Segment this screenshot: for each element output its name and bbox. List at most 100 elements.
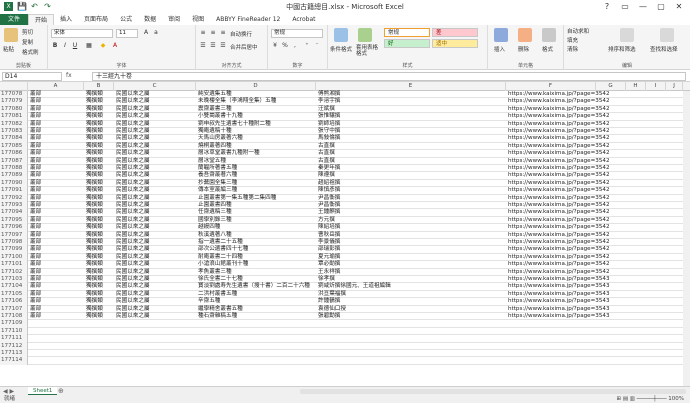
cell-a[interactable]: 叢部	[30, 209, 41, 216]
row-header[interactable]: 177101	[0, 261, 28, 269]
table-row[interactable]: 177081 叢部 獨撰類 民國以來之屬 小雙崗叢書十九種 張惟驤撰 https://www…	[0, 113, 690, 121]
cell-d[interactable]: 劉申叔先生遺書七十種附二種	[198, 121, 271, 128]
table-row[interactable]: 177099 叢部 獨撰類 民國以來之屬 邵次公遺書四十七種 邵瑞彭撰 https://ww…	[0, 246, 690, 254]
cell-d[interactable]: 未晚樓全集（李鴻翔全集）五種	[198, 98, 276, 105]
insert-cells-icon[interactable]	[494, 28, 508, 42]
table-row[interactable]: 177086 叢部 獨撰類 民國以來之屬 層冰草堂叢書九種附一種 古直撰 https://w…	[0, 150, 690, 158]
cell-c[interactable]: 民國以來之屬	[116, 121, 150, 128]
table-row[interactable]: 177082 叢部 獨撰類 民國以來之屬 劉申叔先生遺書七十種附二種 劉師培撰 https:…	[0, 120, 690, 128]
comma-icon[interactable]: ,	[291, 42, 299, 50]
table-row[interactable]: 177089 叢部 獨撰類 民國以來之屬 養吾齋叢著六種 陳遵撰 https://www.k…	[0, 172, 690, 180]
cell-f[interactable]: https://www.kaixima.jp/?page=3542	[508, 195, 610, 202]
row-header[interactable]: 177084	[0, 135, 28, 143]
table-row[interactable]: 177111	[0, 335, 690, 343]
row-header[interactable]: 177089	[0, 172, 28, 180]
cell-f[interactable]: https://www.kaixima.jp/?page=3542	[508, 128, 610, 135]
cell-b[interactable]: 獨撰類	[86, 313, 103, 320]
cell-b[interactable]: 獨撰類	[86, 98, 103, 105]
table-row[interactable]: 177078 叢部 獨撰類 民國以來之屬 純安遺集五種 傅熊湘撰 https://www.k…	[0, 91, 690, 99]
font-name-select[interactable]: 宋体	[51, 29, 113, 38]
cell-d[interactable]: 小滄浪山館叢刊十種	[198, 261, 248, 268]
cell-c[interactable]: 民國以來之屬	[116, 246, 150, 253]
tab-file[interactable]: 文件	[0, 14, 29, 25]
cell-d[interactable]: 層冰堂五種	[198, 158, 226, 165]
fill-button[interactable]: 填充	[567, 36, 578, 44]
tab-insert[interactable]: 插入	[54, 14, 78, 25]
cell-a[interactable]: 叢部	[30, 283, 41, 290]
cell-c[interactable]: 民國以來之屬	[116, 98, 150, 105]
cell-c[interactable]: 民國以來之屬	[116, 187, 150, 194]
cell-c[interactable]: 民國以來之屬	[116, 209, 150, 216]
cell-f[interactable]: https://www.kaixima.jp/?page=3542	[508, 224, 610, 231]
column-header-j[interactable]: J	[666, 82, 683, 91]
table-row[interactable]: 177092 叢部 獨撰類 民國以來之屬 止園叢書第一集五種第二集四種 尹昌衡撰 https…	[0, 194, 690, 202]
table-row[interactable]: 177096 叢部 獨撰類 民國以來之屬 越縵四種 陳紹培撰 https://www.kai…	[0, 224, 690, 232]
percent-icon[interactable]: %	[281, 42, 289, 50]
cell-b[interactable]: 獨撰類	[86, 187, 103, 194]
cell-f[interactable]: https://www.kaixima.jp/?page=3542	[508, 180, 610, 187]
shrink-font-icon[interactable]: a	[152, 29, 160, 37]
row-header[interactable]: 177090	[0, 179, 28, 188]
cell-e[interactable]: 邵瑞彭撰	[318, 246, 340, 253]
cell-e[interactable]: 馬敍倫撰	[318, 135, 340, 142]
cell-a[interactable]: 叢部	[30, 150, 41, 157]
cell-d[interactable]: 層冰草堂叢書九種附一種	[198, 150, 260, 157]
cell-b[interactable]: 獨撰類	[86, 158, 103, 165]
cell-c[interactable]: 民國以來之屬	[116, 313, 150, 320]
cell-e[interactable]: 古直撰	[318, 150, 335, 157]
column-header-a[interactable]: A	[28, 82, 84, 91]
cell-d[interactable]: 秋溪遺著八種	[198, 232, 232, 239]
cell-e[interactable]: 古直撰	[318, 158, 335, 165]
cell-d[interactable]: 小雙崗叢書十九種	[198, 113, 243, 120]
row-header[interactable]: 177110	[0, 327, 28, 336]
cell-f[interactable]: https://www.kaixima.jp/?page=3542	[508, 239, 610, 246]
cell-c[interactable]: 民國以來之屬	[116, 113, 150, 120]
cell-c[interactable]: 民國以來之屬	[116, 306, 150, 313]
increase-decimal-icon[interactable]: ⁺	[303, 42, 311, 50]
column-header-b[interactable]: B	[84, 82, 114, 91]
format-cells-button[interactable]: 格式	[542, 45, 553, 53]
table-row[interactable]: 177097 叢部 獨撰類 民國以來之屬 秋溪遺著八種 曹秋岳撰 https://www.k…	[0, 231, 690, 239]
row-header[interactable]: 177099	[0, 246, 28, 254]
row-header[interactable]: 177094	[0, 209, 28, 217]
cell-d[interactable]: 傳本室叢編三種	[198, 187, 237, 194]
table-row[interactable]: 177112	[0, 342, 690, 350]
autosum-button[interactable]: 自动求和	[567, 27, 589, 35]
cell-d[interactable]: 繼學精舍叢書五種	[198, 306, 243, 313]
delete-cells-button[interactable]: 删除	[518, 45, 529, 53]
cell-b[interactable]: 獨撰類	[86, 269, 103, 276]
paste-button[interactable]: 粘贴	[3, 45, 14, 53]
cell-f[interactable]: https://www.kaixima.jp/?page=3542	[508, 269, 610, 276]
cell-e[interactable]: 王永祥撰	[318, 269, 340, 276]
column-header-g[interactable]: G	[596, 82, 626, 91]
table-row[interactable]: 177113	[0, 350, 690, 358]
row-header[interactable]: 177092	[0, 194, 28, 202]
column-header-f[interactable]: F	[506, 82, 596, 91]
cell-f[interactable]: https://www.kaixima.jp/?page=3542	[508, 172, 610, 179]
tab-page-layout[interactable]: 页面布局	[78, 14, 114, 25]
cell-a[interactable]: 叢部	[30, 313, 41, 320]
cell-f[interactable]: https://www.kaixima.jp/?page=3543	[508, 298, 610, 305]
cell-a[interactable]: 叢部	[30, 298, 41, 305]
cell-a[interactable]: 叢部	[30, 158, 41, 165]
table-row[interactable]: 177114	[0, 357, 690, 365]
cell-d[interactable]: 辛齋五種	[198, 298, 220, 305]
formula-input[interactable]: 十三經九十卷	[92, 72, 686, 81]
tab-abbyy[interactable]: ABBYY FineReader 12	[210, 14, 286, 25]
row-header[interactable]: 177080	[0, 105, 28, 114]
cell-b[interactable]: 獨撰類	[86, 121, 103, 128]
row-header[interactable]: 177108	[0, 313, 28, 321]
cell-f[interactable]: https://www.kaixima.jp/?page=3542	[508, 232, 610, 239]
table-row[interactable]: 177080 叢部 獨撰類 民國以來之屬 震齋叢書三種 汪斌撰 https://www.ka…	[0, 105, 690, 114]
row-header[interactable]: 177079	[0, 98, 28, 106]
border-icon[interactable]: ▦	[85, 42, 93, 50]
cell-f[interactable]: https://www.kaixima.jp/?page=3542	[508, 261, 610, 268]
cell-a[interactable]: 叢部	[30, 246, 41, 253]
cell-f[interactable]: https://www.kaixima.jp/?page=3542	[508, 254, 610, 261]
table-row[interactable]: 177095 叢部 獨撰類 民國以來之屬 國學別錄三種 方元撰 https://www.ka…	[0, 216, 690, 225]
cell-c[interactable]: 民國以來之屬	[116, 150, 150, 157]
currency-icon[interactable]: ¥	[271, 42, 279, 50]
row-header[interactable]: 177105	[0, 290, 28, 299]
cell-f[interactable]: https://www.kaixima.jp/?page=3542	[508, 158, 610, 165]
table-row[interactable]: 177101 叢部 獨撰類 民國以來之屬 小滄浪山館叢刊十種 覃必勛撰 https://ww…	[0, 261, 690, 269]
